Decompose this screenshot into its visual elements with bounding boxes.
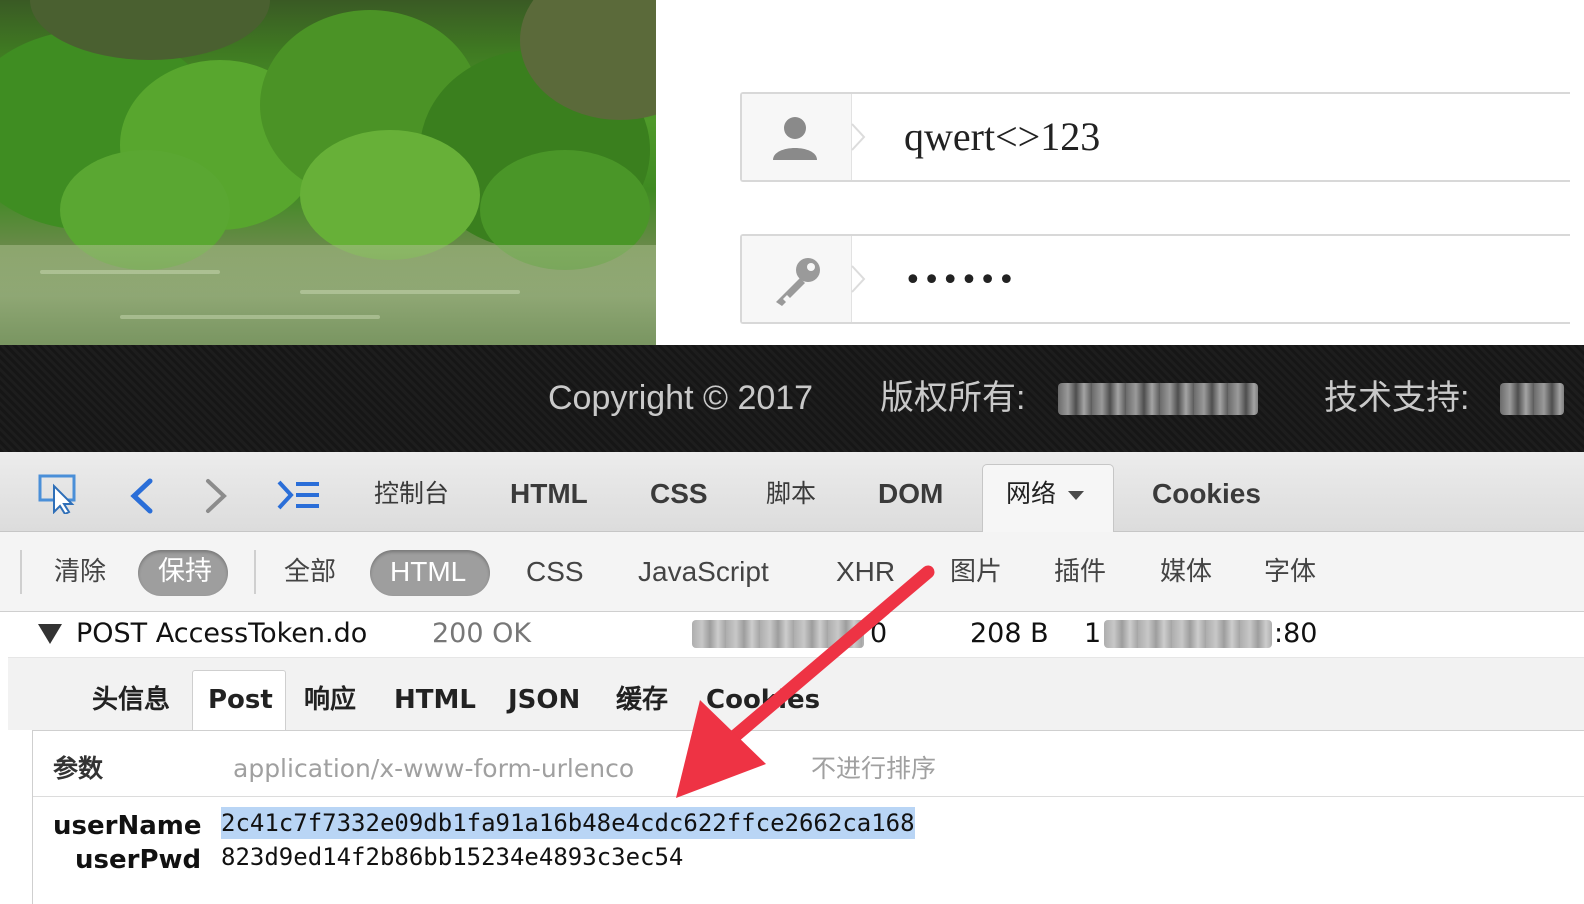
key-icon	[776, 258, 820, 306]
tab-html[interactable]: HTML	[510, 476, 588, 512]
subtab-cache[interactable]: 缓存	[616, 682, 668, 718]
username-icon-box	[742, 94, 852, 180]
post-params-panel: 参数 application/x-www-form-urlenco 不进行排序 …	[32, 730, 1584, 904]
password-field[interactable]: ••••••	[740, 234, 1570, 324]
remote-ip-start: 1	[1084, 618, 1102, 649]
tab-console[interactable]: 控制台	[374, 476, 449, 512]
subtab-json[interactable]: JSON	[508, 682, 580, 718]
username-field[interactable]: qwert<>123	[740, 92, 1570, 182]
landscape-photo	[0, 0, 656, 345]
request-time: 0	[870, 618, 888, 649]
tab-script[interactable]: 脚本	[766, 476, 816, 512]
filter-fonts[interactable]: 字体	[1264, 554, 1316, 590]
devtools-toolbar: 控制台 HTML CSS 脚本 DOM 网络 Cookies	[0, 452, 1584, 533]
request-size: 208 B	[970, 618, 1049, 649]
tab-cookies[interactable]: Cookies	[1152, 476, 1261, 512]
param-key-userpwd: userPwd	[75, 845, 202, 875]
copyright-text: Copyright © 2017	[548, 379, 814, 417]
persist-button[interactable]: 保持	[158, 554, 212, 590]
back-icon[interactable]	[128, 478, 156, 514]
support-label: 技术支持:	[1324, 379, 1470, 417]
filter-xhr[interactable]: XHR	[836, 554, 895, 590]
param-value-username[interactable]: 2c41c7f7332e09db1fa91a16b48e4cdc622ffce2…	[221, 807, 915, 839]
filter-plugins[interactable]: 插件	[1054, 554, 1106, 590]
tab-dom[interactable]: DOM	[878, 476, 943, 512]
tab-css[interactable]: CSS	[650, 476, 708, 512]
request-row[interactable]: POST AccessToken.do 200 OK 0 208 B 1 :80	[8, 612, 1584, 658]
divider	[20, 550, 22, 594]
network-filter-bar: 清除 保持 全部 HTML CSS JavaScript XHR 图片 插件 媒…	[0, 532, 1584, 612]
subtab-response[interactable]: 响应	[304, 682, 356, 718]
chevron-right-icon	[851, 265, 866, 293]
params-label: 参数	[53, 754, 104, 783]
password-icon-box	[742, 236, 852, 322]
param-key-username: userName	[53, 811, 202, 841]
request-subtabs: 头信息 Post 响应 HTML JSON 缓存 Cookies	[8, 658, 1584, 732]
subtab-post[interactable]: Post	[208, 682, 273, 718]
param-value-userpwd[interactable]: 823d9ed14f2b86bb15234e4893c3ec54	[221, 841, 683, 873]
chevron-down-icon[interactable]	[1068, 491, 1084, 500]
filter-images[interactable]: 图片	[950, 554, 1002, 590]
request-method-url[interactable]: POST AccessToken.do	[76, 616, 367, 652]
password-input[interactable]: ••••••	[904, 256, 1016, 306]
command-line-icon[interactable]	[276, 478, 322, 512]
page-footer: Copyright © 2017 版权所有: 技术支持:	[0, 345, 1584, 452]
filter-css[interactable]: CSS	[526, 554, 584, 590]
subtab-cookies[interactable]: Cookies	[706, 682, 820, 718]
content-type-label: application/x-www-form-urlenco	[233, 754, 635, 783]
blurred-domain	[692, 620, 864, 648]
request-status: 200 OK	[432, 618, 532, 649]
tab-network[interactable]: 网络	[1006, 476, 1056, 512]
forward-icon[interactable]	[202, 478, 230, 514]
blurred-remote-ip	[1104, 620, 1272, 648]
sort-toggle[interactable]: 不进行排序	[811, 751, 936, 787]
blurred-owner	[1058, 383, 1258, 415]
rights-label: 版权所有:	[880, 379, 1026, 417]
expand-triangle-icon[interactable]	[38, 624, 62, 644]
pond-reflection	[0, 245, 656, 345]
divider	[33, 796, 1584, 797]
user-icon	[773, 117, 817, 160]
clear-button[interactable]: 清除	[54, 554, 106, 590]
login-panel: qwert<>123 ••••••	[0, 0, 1584, 345]
subtab-html[interactable]: HTML	[394, 682, 476, 718]
filter-media[interactable]: 媒体	[1160, 554, 1212, 590]
inspect-icon[interactable]	[38, 474, 82, 514]
filter-all[interactable]: 全部	[284, 554, 336, 590]
filter-javascript[interactable]: JavaScript	[638, 554, 769, 590]
username-input[interactable]: qwert<>123	[904, 112, 1100, 162]
subtab-headers[interactable]: 头信息	[92, 682, 170, 718]
blurred-support	[1500, 383, 1564, 415]
remote-port: :80	[1274, 618, 1318, 649]
divider	[254, 550, 256, 594]
filter-html[interactable]: HTML	[390, 554, 466, 590]
chevron-right-icon	[851, 123, 866, 151]
